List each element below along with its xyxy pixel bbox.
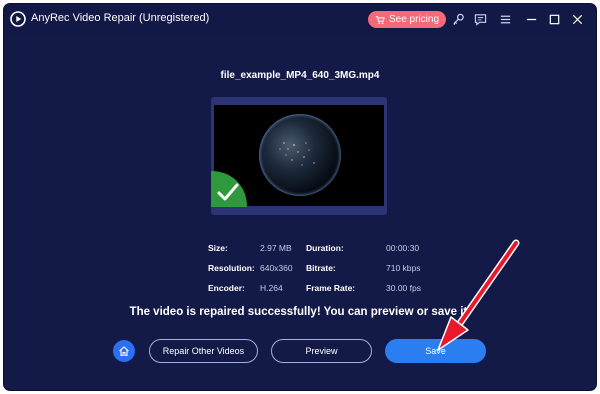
framerate-value: 30.00 fps: [386, 283, 421, 293]
info-values-left: 2.97 MB 640x360 H.264: [260, 238, 293, 298]
minimize-icon[interactable]: [523, 11, 539, 27]
save-button[interactable]: Save: [385, 339, 486, 363]
home-icon: [119, 346, 129, 357]
info-labels-left: Size: Resolution: Encoder:: [208, 238, 255, 298]
video-preview[interactable]: [211, 97, 387, 215]
resolution-label: Resolution:: [208, 263, 255, 273]
see-pricing-button[interactable]: See pricing: [368, 11, 446, 28]
cart-icon: [375, 15, 385, 24]
check-icon: [211, 171, 247, 207]
repair-other-videos-button[interactable]: Repair Other Videos: [149, 339, 258, 363]
info-values-right: 00:00:30 710 kbps 30.00 fps: [386, 238, 421, 298]
framerate-label: Frame Rate:: [306, 283, 356, 293]
resolution-value: 640x360: [260, 263, 293, 273]
maximize-icon[interactable]: [546, 11, 562, 27]
see-pricing-label: See pricing: [388, 14, 440, 25]
duration-value: 00:00:30: [386, 243, 420, 253]
size-value: 2.97 MB: [260, 243, 292, 253]
info-labels-right: Duration: Bitrate: Frame Rate:: [306, 238, 355, 298]
repair-other-videos-label: Repair Other Videos: [162, 346, 245, 356]
title-bar: AnyRec Video Repair (Unregistered) See p…: [4, 4, 596, 34]
preview-button[interactable]: Preview: [271, 339, 372, 363]
feedback-icon[interactable]: [472, 11, 488, 27]
encoder-value: H.264: [260, 283, 283, 293]
duration-label: Duration:: [306, 243, 344, 253]
bitrate-label: Bitrate:: [306, 263, 336, 273]
preview-label: Preview: [305, 346, 338, 356]
success-message: The video is repaired successfully! You …: [129, 306, 471, 318]
size-label: Size:: [208, 243, 228, 253]
save-label: Save: [425, 346, 446, 356]
key-icon[interactable]: [450, 11, 466, 27]
home-button[interactable]: [113, 340, 135, 362]
close-icon[interactable]: [569, 11, 585, 27]
menu-icon[interactable]: [497, 11, 513, 27]
app-window: AnyRec Video Repair (Unregistered) See p…: [4, 4, 596, 390]
bitrate-value: 710 kbps: [386, 263, 421, 273]
video-filename: file_example_MP4_640_3MG.mp4: [220, 70, 380, 81]
app-logo-icon: [10, 11, 26, 27]
encoder-label: Encoder:: [208, 283, 245, 293]
app-title: AnyRec Video Repair (Unregistered): [31, 12, 210, 24]
